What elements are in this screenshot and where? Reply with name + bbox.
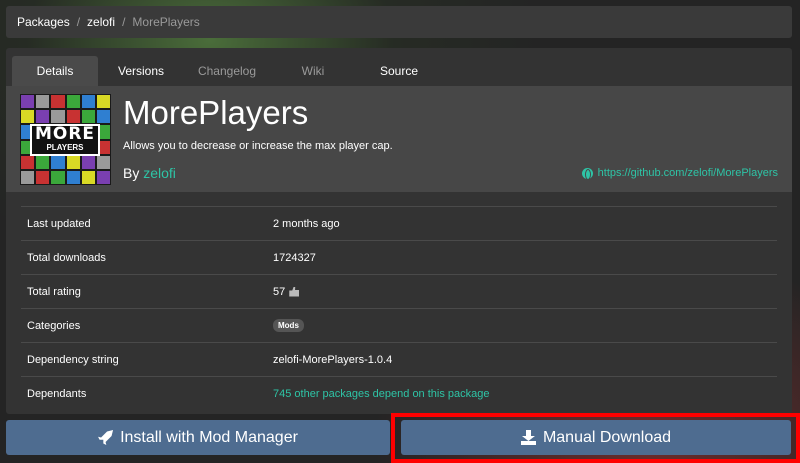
package-description: Allows you to decrease or increase the m…	[123, 140, 393, 152]
thumbnail-tile	[65, 169, 81, 185]
row-value: zelofi-MorePlayers-1.0.4	[273, 353, 393, 366]
thumbnail-tile	[95, 109, 111, 125]
package-thumbnail: MORE PLAYERS	[20, 94, 111, 185]
row-label: Categories	[27, 319, 81, 332]
package-card: Details Versions Changelog Wiki Source M…	[6, 48, 792, 414]
manual-download-button[interactable]: Manual Download	[401, 420, 791, 455]
thumbnail-tile	[50, 169, 66, 185]
thumbnail-tile	[20, 169, 36, 185]
row-value: Mods	[273, 319, 777, 332]
tab-bar: Details Versions Changelog Wiki Source	[12, 56, 442, 86]
thumbnail-tile	[65, 154, 81, 170]
thumbs-up-icon[interactable]	[289, 286, 300, 297]
breadcrumb-packages[interactable]: Packages	[17, 15, 70, 29]
package-title: MorePlayers	[123, 94, 309, 131]
row-label: Total rating	[27, 285, 81, 298]
tab-wiki[interactable]: Wiki	[270, 56, 356, 86]
tab-versions[interactable]: Versions	[98, 56, 184, 86]
download-button-label: Manual Download	[542, 428, 672, 446]
thumbnail-tile	[80, 109, 96, 125]
thumbnail-tile	[35, 109, 51, 125]
package-header: MORE PLAYERS MorePlayers Allows you to d…	[6, 86, 792, 192]
thumbnail-tile	[35, 154, 51, 170]
table-row: Dependency string zelofi-MorePlayers-1.0…	[21, 342, 777, 376]
row-label: Total downloads	[27, 251, 106, 264]
thumbnail-tile	[20, 94, 36, 110]
breadcrumb-separator: /	[122, 15, 126, 29]
repo-url[interactable]: https://github.com/zelofi/MorePlayers	[598, 167, 778, 179]
thumbnail-tile	[50, 154, 66, 170]
details-table: Last updated 2 months ago Total download…	[21, 206, 777, 410]
download-icon	[520, 430, 536, 445]
thumbnail-tile	[95, 154, 111, 170]
package-byline: By zelofi	[123, 165, 176, 181]
breadcrumb-author[interactable]: zelofi	[87, 15, 115, 29]
package-logo: MORE PLAYERS	[30, 124, 100, 156]
dependants-link[interactable]: 745 other packages depend on this packag…	[273, 388, 777, 400]
thumbnail-tile	[80, 154, 96, 170]
table-row: Total downloads 1724327	[21, 240, 777, 274]
thumbnail-tile	[80, 169, 96, 185]
row-label: Dependants	[27, 387, 87, 400]
author-link[interactable]: zelofi	[143, 165, 176, 181]
tab-details[interactable]: Details	[12, 56, 98, 86]
thumbnail-tile	[95, 169, 111, 185]
rating-count: 57	[273, 285, 286, 298]
tab-source[interactable]: Source	[356, 56, 442, 86]
rocket-icon	[98, 430, 114, 445]
logo-text-big: MORE	[34, 124, 96, 144]
row-label: Last updated	[27, 217, 91, 230]
globe-icon	[581, 167, 593, 180]
thumbnail-tile	[35, 94, 51, 110]
logo-text-small: PLAYERS	[46, 143, 84, 152]
breadcrumb: Packages / zelofi / MorePlayers	[6, 6, 792, 38]
by-label: By	[123, 165, 140, 181]
thumbnail-tile	[50, 94, 66, 110]
thumbnail-tile	[50, 109, 66, 125]
row-label: Dependency string	[27, 353, 119, 366]
table-row: Total rating 57	[21, 274, 777, 308]
table-row: Categories Mods	[21, 308, 777, 342]
rating-value: 57	[273, 286, 777, 298]
thumbnail-tile	[65, 109, 81, 125]
thumbnail-tile	[95, 94, 111, 110]
row-value: 2 months ago	[273, 217, 340, 230]
category-badge[interactable]: Mods	[273, 319, 304, 332]
table-row: Dependants 745 other packages depend on …	[21, 376, 777, 410]
thumbnail-tile	[35, 169, 51, 185]
row-value: 1724327	[273, 251, 316, 264]
thumbnail-tile	[20, 154, 36, 170]
thumbnail-tile	[80, 94, 96, 110]
thumbnail-tile	[65, 94, 81, 110]
install-with-mod-manager-button[interactable]: Install with Mod Manager	[6, 420, 390, 455]
breadcrumb-current: MorePlayers	[132, 15, 200, 29]
thumbnail-tile	[20, 109, 36, 125]
breadcrumb-separator: /	[76, 15, 81, 29]
tab-changelog[interactable]: Changelog	[184, 56, 270, 86]
table-row: Last updated 2 months ago	[21, 206, 777, 240]
install-button-label: Install with Mod Manager	[120, 428, 298, 446]
repo-link[interactable]: https://github.com/zelofi/MorePlayers	[581, 167, 778, 180]
